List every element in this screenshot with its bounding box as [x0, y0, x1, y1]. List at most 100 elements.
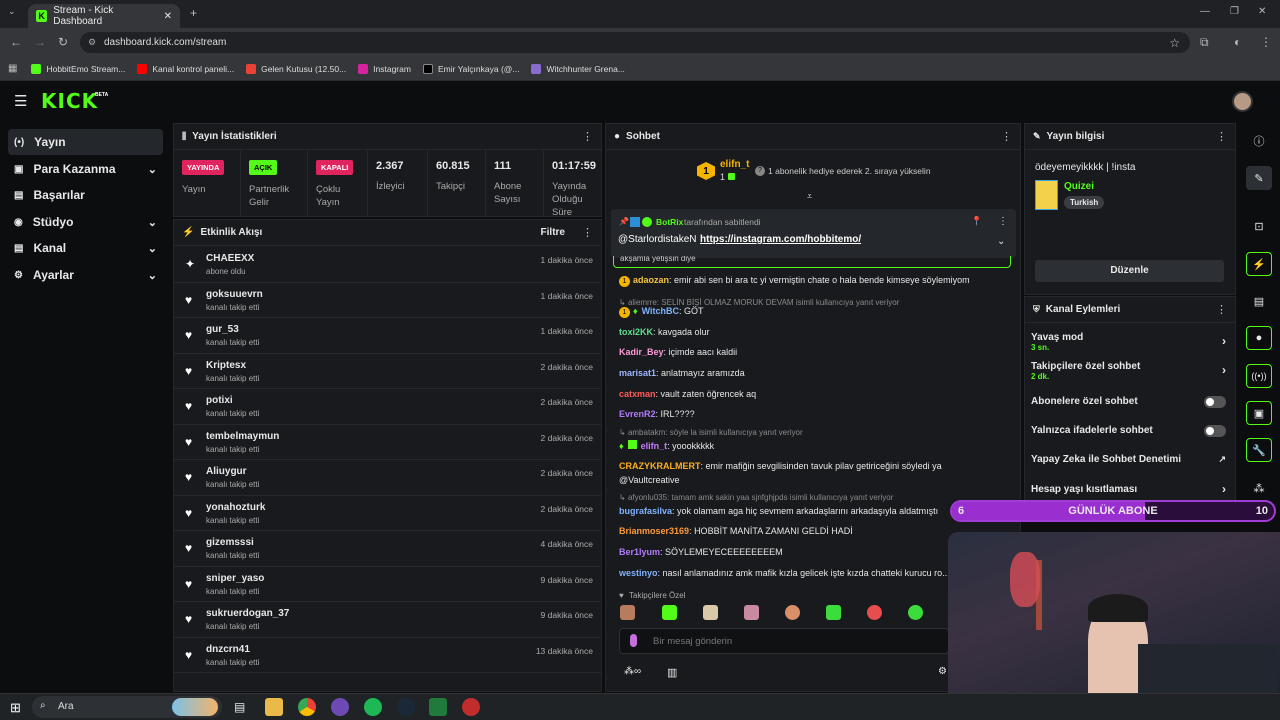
file-explorer-icon[interactable] [265, 698, 283, 716]
task-view-icon[interactable]: ▤ [234, 700, 245, 714]
maximize-icon[interactable]: ❐ [1230, 6, 1239, 17]
chat-username[interactable]: EvrenR2 [619, 409, 656, 419]
kick-app-icon[interactable] [429, 698, 447, 716]
steam-icon[interactable] [397, 698, 415, 716]
emotes-only-toggle[interactable] [1204, 425, 1226, 437]
activity-menu-icon[interactable]: ⋮ [582, 226, 593, 239]
channel-actions-menu-icon[interactable]: ⋮ [1216, 303, 1227, 316]
chat-username[interactable]: CRAZYKRALMERT [619, 461, 701, 471]
activity-user[interactable]: CHAEEXX [206, 253, 254, 264]
chat-menu-icon[interactable]: ⋮ [1001, 130, 1012, 143]
account-age-setting[interactable]: Hesap yaşı kısıtlaması › [1031, 482, 1226, 496]
chat-username[interactable]: elifn_t [641, 441, 668, 451]
bookmark-item[interactable]: Witchhunter Grena... [531, 63, 625, 74]
subscribers-only-toggle[interactable] [1204, 396, 1226, 408]
taskbar-search[interactable]: ⌕ Ara [32, 696, 222, 718]
sidebar-item-ayarlar[interactable]: ⚙ Ayarlar ⌄ [8, 262, 163, 288]
ai-moderation-setting[interactable]: Yapay Zeka ile Sohbet Denetimi ↗ [1031, 454, 1226, 465]
browser-tab[interactable]: K Stream - Kick Dashboard ✕ [28, 4, 180, 28]
edit-button[interactable]: Düzenle [1035, 260, 1224, 282]
bookmark-item[interactable]: Emir Yalçınkaya (@... [422, 63, 519, 74]
sidebar-item-para-kazanma[interactable]: ▣ Para Kazanma ⌄ [8, 156, 163, 182]
category-name[interactable]: Quizei [1064, 181, 1094, 192]
unpin-icon[interactable]: 📍 [971, 216, 982, 227]
activity-user[interactable]: Kriptesx [206, 360, 246, 371]
chat-username[interactable]: catxman [619, 389, 656, 399]
emote-icon[interactable] [620, 605, 635, 620]
chat-username[interactable]: Ber1lyum [619, 547, 660, 557]
emote-icon[interactable] [744, 605, 759, 620]
minimize-icon[interactable]: — [1200, 6, 1210, 17]
chat-input[interactable]: Bir mesaj gönderin [619, 628, 949, 654]
pin-collapse-icon[interactable]: ⩡ [807, 191, 812, 202]
new-tab-icon[interactable]: + [190, 6, 197, 20]
slow-mode-setting[interactable]: Yavaş mod 3 sn. › [1031, 332, 1226, 352]
browser-menu-icon[interactable]: ⋮ [1260, 35, 1272, 49]
hamburger-menu-icon[interactable]: ☰ [14, 92, 27, 110]
store-icon[interactable]: ▥ [667, 666, 677, 679]
chat-username[interactable]: WitchBC [642, 306, 679, 316]
list-icon[interactable]: ▤ [1246, 289, 1272, 313]
pinned-link[interactable]: https://instagram.com/hobbitemo/ [700, 234, 861, 245]
emote-icon[interactable] [826, 605, 841, 620]
bookmark-item[interactable]: Kanal kontrol paneli... [137, 63, 234, 74]
back-icon[interactable]: ← [10, 35, 22, 49]
site-info-icon[interactable]: ⚙ [88, 37, 96, 48]
obs-icon[interactable] [462, 698, 480, 716]
activity-user[interactable]: sukruerdogan_37 [206, 608, 289, 619]
bookmark-item[interactable]: Instagram [358, 63, 411, 74]
extensions-icon[interactable]: ⧉ [1200, 35, 1209, 50]
avatar[interactable] [1232, 91, 1253, 112]
tab-list-icon[interactable]: ⌄ [8, 6, 16, 17]
chrome-icon[interactable] [298, 698, 316, 716]
emote-icon[interactable] [785, 605, 800, 620]
activity-user[interactable]: Aliuygur [206, 466, 247, 477]
activity-user[interactable]: gizemsssi [206, 537, 254, 548]
activity-user[interactable]: dnzcrn41 [206, 644, 250, 655]
top-gifter-name[interactable]: elifn_t [720, 159, 749, 170]
activity-user[interactable]: potixi [206, 395, 233, 406]
chat-username[interactable]: Kadir_Bey [619, 347, 664, 357]
emote-icon[interactable] [867, 605, 882, 620]
activity-user[interactable]: yonahozturk [206, 502, 265, 513]
activity-user[interactable]: gur_53 [206, 324, 239, 335]
stats-menu-icon[interactable]: ⋮ [582, 130, 593, 143]
spotify-icon[interactable] [364, 698, 382, 716]
bookmark-item[interactable]: Gelen Kutusu (12.50... [246, 63, 346, 74]
activity-user[interactable]: goksuuevrn [206, 289, 263, 300]
kick-logo[interactable]: KICK [41, 89, 98, 113]
sidebar-item-yayin[interactable]: (•) Yayın [8, 129, 163, 155]
info-icon[interactable]: ⓘ [1246, 129, 1272, 153]
sidebar-item-studyo[interactable]: ◉ Stüdyo ⌄ [8, 209, 163, 235]
emote-icon[interactable] [703, 605, 718, 620]
followers-only-setting[interactable]: Takipçilere özel sohbet 2 dk. › [1031, 361, 1226, 381]
target-icon[interactable]: ⊡ [1246, 214, 1272, 238]
reload-icon[interactable]: ↻ [58, 35, 68, 49]
bookmark-star-icon[interactable]: ☆ [1169, 36, 1180, 50]
tab-close-icon[interactable]: ✕ [164, 11, 172, 22]
windows-start-icon[interactable]: ⊞ [10, 700, 21, 716]
forward-icon[interactable]: → [34, 35, 46, 49]
chat-username[interactable]: bugrafasilva [619, 506, 672, 516]
chat-username[interactable]: marisat1 [619, 368, 656, 378]
layout-icon[interactable]: ▣ [1246, 401, 1272, 425]
community-icon[interactable]: ⁂∞ [624, 666, 641, 677]
microphone-icon[interactable] [630, 634, 637, 647]
profile-icon[interactable]: ◐ [1234, 35, 1241, 49]
chevron-down-icon[interactable]: ⌄ [997, 236, 1005, 247]
pinned-by-user[interactable]: BotRix [656, 217, 683, 227]
discord-icon[interactable] [331, 698, 349, 716]
filter-button[interactable]: Filtre [541, 227, 565, 238]
chat-username[interactable]: toxi2KK [619, 327, 653, 337]
chat-settings-icon[interactable]: ⚙ [938, 666, 947, 677]
community-icon[interactable]: ⁂ [1246, 476, 1272, 500]
chat-username[interactable]: adaozan [633, 275, 669, 285]
url-bar[interactable]: ⚙ dashboard.kick.com/stream ☆ [80, 32, 1190, 53]
emote-icon[interactable] [662, 605, 677, 620]
chat-username[interactable]: Brianmoser3169 [619, 526, 689, 536]
chat-icon[interactable]: ● [1246, 326, 1272, 350]
bookmark-item[interactable]: HobbitEmo Stream... [31, 63, 125, 74]
pinned-menu-icon[interactable]: ⋮ [998, 216, 1008, 227]
sidebar-item-kanal[interactable]: ▤ Kanal ⌄ [8, 235, 163, 261]
apps-grid-icon[interactable]: ▦ [8, 63, 17, 74]
